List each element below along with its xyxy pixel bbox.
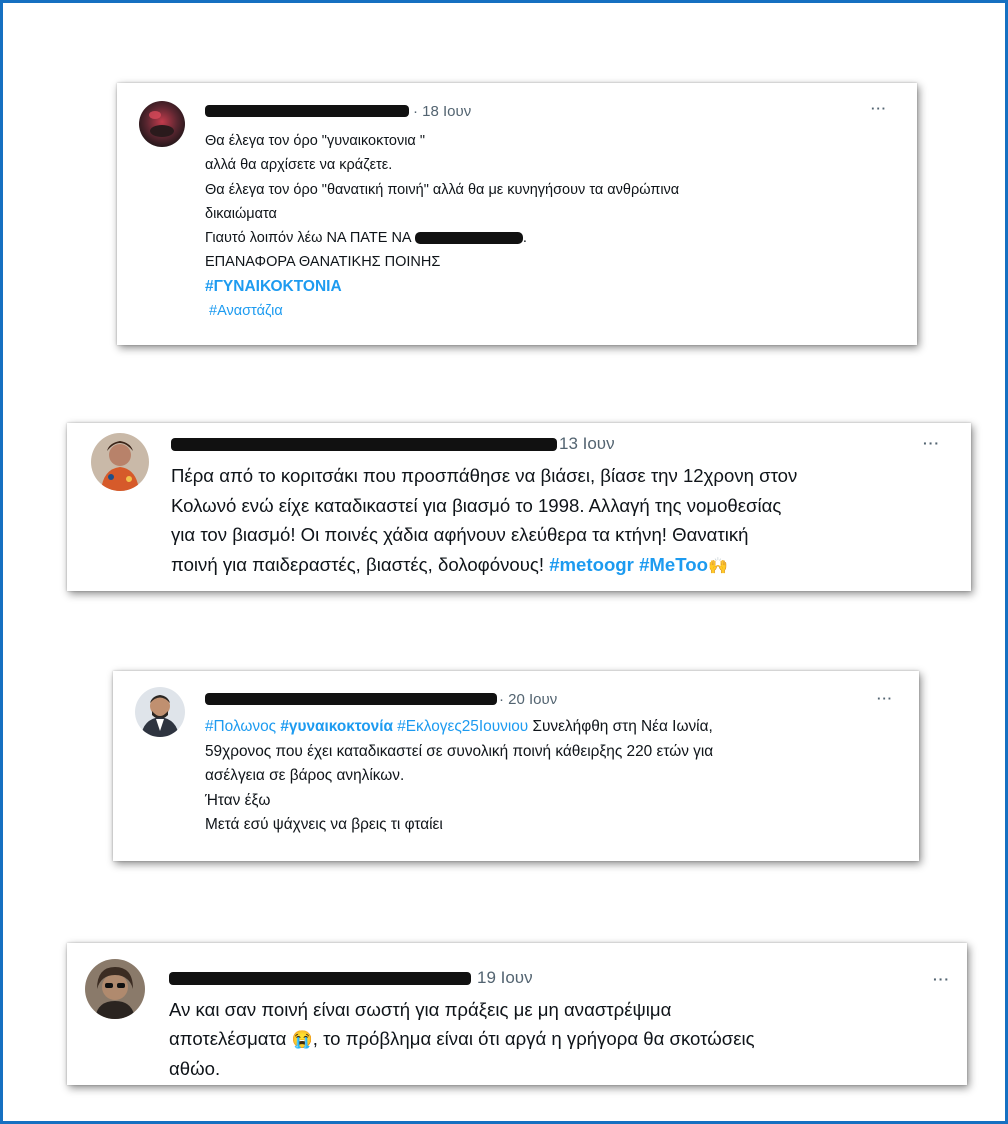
more-options-icon[interactable]: ··· (877, 691, 893, 706)
tweet-header: 13 Ιουν (171, 433, 615, 455)
hashtag-link[interactable]: #ΓΥΝΑΙΚΟΚΤΟΝΙΑ (205, 275, 679, 299)
text-line: ΕΠΑΝΑΦΟΡΑ ΘΑΝΑΤΙΚΗΣ ΠΟΙΝΗΣ (205, 254, 441, 271)
hashtag-link[interactable]: #Αναστάζια (205, 299, 679, 323)
tweet-timestamp[interactable]: · 18 Ιουν (413, 103, 471, 120)
hashtag-link[interactable]: #MeToo (639, 554, 708, 575)
tweet-card-2[interactable]: 13 Ιουν ··· Πέρα από το κοριτσάκι που πρ… (67, 423, 971, 591)
tweet-header: · 18 Ιουν (205, 101, 471, 121)
text-line: για τον βιασμό! Οι ποινές χάδια αφήνουν … (171, 524, 749, 545)
tweet-timestamp[interactable]: 13 Ιουν (559, 434, 615, 454)
more-options-icon[interactable]: ··· (923, 435, 940, 451)
text-line: ποινή για παιδεραστές, βιαστές, δολοφόνο… (171, 550, 797, 582)
more-options-icon[interactable]: ··· (933, 971, 950, 987)
avatar[interactable] (85, 959, 145, 1019)
hashtag-link[interactable]: #γυναικοκτονία (280, 718, 393, 735)
text-line: Αν και σαν ποινή είναι σωστή για πράξεις… (169, 999, 672, 1020)
avatar[interactable] (135, 687, 185, 737)
tweet-card-4[interactable]: 19 Ιουν ··· Αν και σαν ποινή είναι σωστή… (67, 943, 967, 1085)
text-segment: Συνελήφθη στη Νέα Ιωνία, (532, 718, 713, 735)
redacted-username (169, 971, 471, 985)
text-segment: Γιαυτό λοιπόν λέω ΝΑ ΠΑΤΕ ΝΑ (205, 230, 411, 247)
text-line: αθώο. (169, 1058, 221, 1079)
text-line: Γιαυτό λοιπόν λέω ΝΑ ΠΑΤΕ ΝΑ . (205, 226, 679, 250)
tweet-timestamp[interactable]: 19 Ιουν (477, 968, 533, 988)
text-segment: . (522, 230, 527, 247)
avatar-image (91, 433, 149, 491)
text-segment: ποινή για παιδεραστές, βιαστές, δολοφόνο… (171, 553, 545, 575)
tweet-text: Αν και σαν ποινή είναι σωστή για πράξεις… (169, 995, 755, 1083)
redacted-username (205, 693, 497, 705)
text-line: Θα έλεγα τον όρο "θανατική ποινή" αλλά θ… (205, 181, 680, 198)
text-line: αποτελέσματα 😭, το πρόβλημα είναι ότι αρ… (169, 1024, 755, 1054)
redacted-username (205, 105, 409, 117)
tweet-header: 19 Ιουν (169, 967, 533, 989)
avatar-image (85, 959, 145, 1019)
tweet-text: Πέρα από το κοριτσάκι που προσπάθησε να … (171, 461, 797, 581)
hashtag-link[interactable]: #Πολωνος (205, 718, 276, 735)
text-line: 59χρονος που έχει καταδικαστεί σε συνολι… (205, 742, 714, 760)
text-line: αλλά θα αρχίσετε να κράζετε. (205, 157, 393, 174)
avatar-image (139, 101, 185, 147)
text-line: Πέρα από το κοριτσάκι που προσπάθησε να … (171, 465, 798, 486)
text-line: ασέλγεια σε βάρος ανηλίκων. (205, 767, 405, 785)
text-line: δικαιώματα (205, 205, 277, 222)
text-line: #Πολωνος #γυναικοκτονία #Εκλογες25Ιουνιο… (205, 715, 713, 740)
text-line: Ήταν έξω (205, 791, 271, 809)
tweet-text: #Πολωνος #γυναικοκτονία #Εκλογες25Ιουνιο… (205, 715, 713, 838)
screenshot-frame: · 18 Ιουν ··· Θα έλεγα τον όρο "γυναικοκ… (0, 0, 1008, 1124)
redacted-username (171, 437, 557, 451)
hashtag-link[interactable]: #Εκλογες25Ιουνιου (397, 718, 528, 735)
text-line: Θα έλεγα τον όρο "γυναικοκτονια " (205, 133, 425, 149)
text-segment: , το πρόβλημα είναι ότι αργά η γρήγορα θ… (312, 1028, 755, 1049)
text-line: Μετά εσύ ψάχνεις να βρεις τι φταίει (205, 816, 443, 834)
more-options-icon[interactable]: ··· (871, 101, 887, 116)
tweet-header: · 20 Ιουν (205, 689, 557, 709)
tweet-timestamp[interactable]: · 20 Ιουν (499, 691, 557, 708)
tweet-card-1[interactable]: · 18 Ιουν ··· Θα έλεγα τον όρο "γυναικοκ… (117, 83, 917, 345)
tweet-text: Θα έλεγα τον όρο "γυναικοκτονια " αλλά θ… (205, 129, 679, 323)
text-segment: αποτελέσματα (169, 1028, 287, 1049)
redacted-word (414, 232, 523, 245)
tweet-card-3[interactable]: · 20 Ιουν ··· #Πολωνος #γυναικοκτονία #Ε… (113, 671, 919, 861)
crying-face-emoji-icon: 😭 (291, 1030, 313, 1049)
hashtag-link[interactable]: #metoogr (549, 554, 634, 575)
text-line: Κολωνό ενώ είχε καταδικαστεί για βιασμό … (171, 494, 782, 516)
avatar[interactable] (91, 433, 149, 491)
avatar[interactable] (139, 101, 185, 147)
raised-hands-emoji-icon: 🙌 (707, 557, 728, 575)
avatar-image (135, 687, 185, 737)
